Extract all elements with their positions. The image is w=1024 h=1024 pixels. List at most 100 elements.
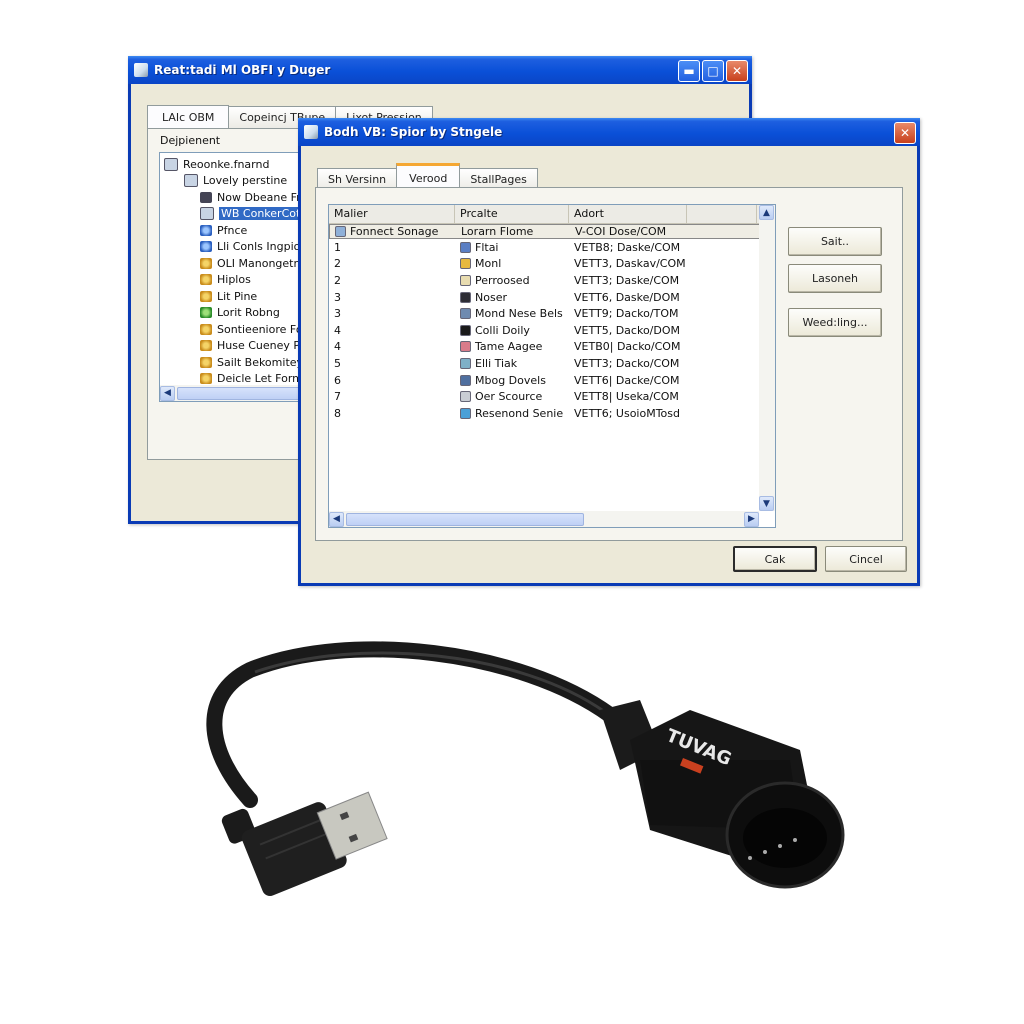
obd-connector: TUVAG — [600, 700, 845, 889]
row-code: VETT5, Dacko/DOM — [574, 323, 681, 337]
connection-icon — [335, 226, 346, 237]
weedling-button[interactable]: Weed:ling... — [788, 308, 882, 337]
dialog-titlebar[interactable]: Bodh VB: Spior by Stngele ✕ — [298, 118, 920, 146]
device-list[interactable]: Malier Prcalte Adort Fonnect Sonage Lora… — [328, 204, 776, 528]
row-code: VETT8| Useka/COM — [574, 390, 679, 404]
row-name: Resenond Senie — [475, 406, 564, 420]
gear-icon — [200, 257, 212, 269]
gear-icon — [200, 274, 212, 286]
maximize-button[interactable]: □ — [702, 60, 724, 82]
list-row[interactable]: 5 Elli Tiak VETT3; Dacko/COM — [329, 355, 775, 372]
gear-icon — [200, 290, 212, 302]
maximize-icon: □ — [707, 64, 719, 78]
drive-icon — [460, 407, 471, 419]
row-number: 2 — [334, 273, 341, 287]
gear-icon — [200, 224, 212, 236]
sait-button[interactable]: Sait.. — [788, 227, 882, 256]
column-header-prcalte[interactable]: Prcalte — [455, 205, 569, 223]
column-header-adort[interactable]: Adort — [569, 205, 687, 223]
scroll-left-button[interactable]: ◀ — [160, 385, 175, 401]
column-header-blank[interactable] — [687, 205, 757, 223]
chevron-up-icon: ▲ — [763, 207, 770, 218]
column-header-malier[interactable]: Malier — [329, 205, 455, 223]
gear-icon — [200, 323, 212, 335]
refresh-icon — [460, 357, 471, 369]
chart-icon — [460, 374, 471, 386]
list-body: 1 Fltai VETB8; Daske/COM 2 Monl VETT3, Daskav… — [329, 239, 775, 422]
close-button[interactable]: ✕ — [726, 60, 748, 82]
list-row[interactable]: 1 Fltai VETB8; Daske/COM — [329, 239, 775, 256]
green-gear-icon — [200, 307, 212, 319]
row-number: 4 — [334, 323, 341, 337]
gear-icon — [200, 356, 212, 368]
scroll-thumb[interactable] — [346, 512, 584, 526]
dialog-close-button[interactable]: ✕ — [894, 122, 916, 144]
lasoneh-button[interactable]: Lasoneh — [788, 264, 882, 293]
list-row[interactable]: 7 Oer Scource VETT8| Useka/COM — [329, 388, 775, 405]
list-row[interactable]: 4 Tame Aagee VETB0| Dacko/COM — [329, 339, 775, 356]
background-window-title: Reat:tadi Ml OBFI y Duger — [154, 63, 331, 77]
chevron-left-icon: ◀ — [164, 388, 171, 398]
list-row[interactable]: 6 Mbog Dovels VETT6| Dacke/COM — [329, 372, 775, 389]
row-name: Oer Scource — [475, 390, 543, 404]
minimize-button[interactable]: ▬ — [678, 60, 700, 82]
list-horizontal-scrollbar[interactable]: ◀ ▶ — [329, 511, 759, 527]
list-row[interactable]: 2 Monl VETT3, Daskav/COM — [329, 256, 775, 273]
list-vertical-scrollbar[interactable]: ▲ ▼ — [759, 205, 775, 511]
image-icon — [460, 341, 471, 353]
chevron-left-icon: ◀ — [333, 514, 340, 524]
list-row[interactable]: 8 Resenond Senie VETT6; UsoioMTosd — [329, 405, 775, 422]
row-name: Perroosed — [475, 273, 530, 287]
list-header: Malier Prcalte Adort — [329, 205, 775, 224]
scroll-down-button[interactable]: ▼ — [759, 496, 774, 511]
device-icon — [200, 207, 214, 221]
dialog-tabs: Sh Versinn Verood StallPages — [317, 162, 538, 191]
monitor-icon — [460, 291, 471, 303]
chevron-down-icon: ▼ — [763, 498, 770, 509]
scroll-right-button[interactable]: ▶ — [744, 511, 759, 527]
device-icon — [200, 191, 212, 203]
row-number: 1 — [334, 240, 341, 254]
tab-lalc-obm[interactable]: LAIc OBM — [147, 105, 230, 129]
row-code: VETT6, Daske/DOM — [574, 290, 680, 304]
dialog-title: Bodh VB: Spior by Stngele — [324, 125, 503, 139]
ok-button[interactable]: Cak — [733, 546, 817, 572]
row-number: 3 — [334, 307, 341, 321]
folder-icon — [184, 174, 198, 188]
gear-icon — [460, 258, 471, 270]
row-number: 7 — [334, 390, 341, 404]
background-window-titlebar[interactable]: Reat:tadi Ml OBFI y Duger ▬ □ ✕ — [128, 56, 752, 84]
row-code: VETT6| Dacke/COM — [574, 373, 680, 387]
row-number: 6 — [334, 373, 341, 387]
list-row[interactable]: 2 Perroosed VETT3; Daske/COM — [329, 272, 775, 289]
computer-icon — [164, 157, 178, 171]
close-icon: ✕ — [731, 64, 743, 78]
scroll-left-button[interactable]: ◀ — [329, 511, 344, 527]
row-number: 5 — [334, 356, 341, 370]
properties-dialog: Bodh VB: Spior by Stngele ✕ Sh Versinn V… — [298, 118, 920, 586]
group-row[interactable]: Fonnect Sonage Lorarn Flome V-COI Dose/C… — [329, 224, 775, 239]
row-code: VETT9; Dacko/TOM — [574, 307, 679, 321]
gear-icon — [200, 241, 212, 253]
row-name: Fltai — [475, 240, 499, 254]
chevron-right-icon: ▶ — [748, 514, 755, 524]
row-code: VETT6; UsoioMTosd — [574, 406, 681, 420]
row-name: Elli Tiak — [475, 356, 518, 370]
row-name: Mond Nese Bels — [475, 307, 563, 321]
row-code: VETB0| Dacko/COM — [574, 340, 681, 354]
scroll-up-button[interactable]: ▲ — [759, 205, 774, 220]
list-row[interactable]: 3 Mond Nese Bels VETT9; Dacko/TOM — [329, 305, 775, 322]
app-icon — [304, 125, 318, 139]
app-icon — [134, 63, 148, 77]
document-icon — [460, 391, 471, 403]
globe-icon — [460, 241, 471, 253]
row-number: 8 — [334, 406, 341, 420]
folder-icon — [460, 274, 471, 286]
row-code: VETT3; Dacko/COM — [574, 356, 680, 370]
list-row[interactable]: 4 Colli Doily VETT5, Dacko/DOM — [329, 322, 775, 339]
cancel-button[interactable]: Cincel — [825, 546, 907, 572]
close-icon: ✕ — [899, 126, 911, 140]
list-row[interactable]: 3 Noser VETT6, Daske/DOM — [329, 289, 775, 306]
gear-icon — [200, 373, 212, 385]
row-name: Mbog Dovels — [475, 373, 546, 387]
